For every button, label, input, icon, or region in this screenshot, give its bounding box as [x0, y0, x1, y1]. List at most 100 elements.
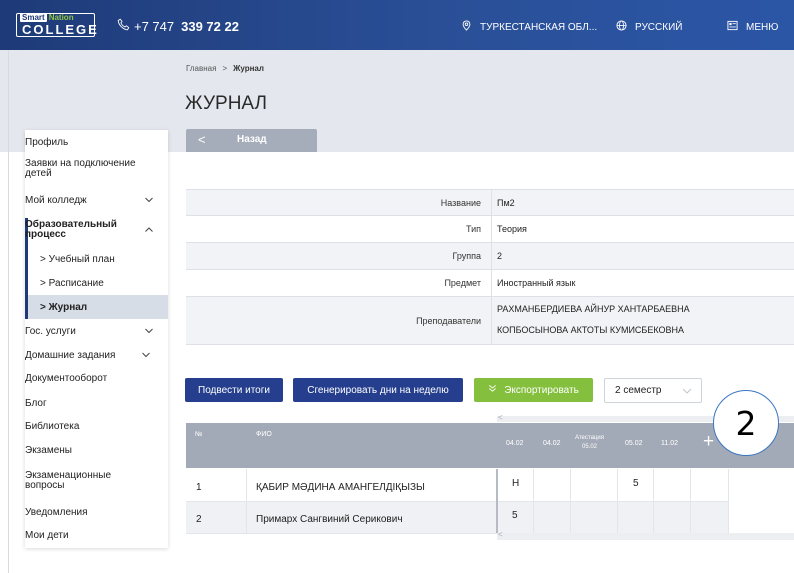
phone-link[interactable]: +7 747 339 72 22 — [117, 18, 239, 34]
gradebook-scrollbar-bottom[interactable]: < — [497, 530, 794, 540]
divider — [186, 269, 794, 270]
divider — [617, 469, 618, 533]
breadcrumb-current: Журнал — [233, 64, 264, 73]
divider — [728, 469, 729, 533]
back-button[interactable]: < Назад — [186, 129, 317, 152]
info-key: Группа — [452, 251, 481, 261]
menu-button[interactable]: МЕНЮ — [727, 20, 778, 34]
divider — [653, 469, 654, 533]
column-header-attestation-date: 05.02 — [582, 444, 598, 450]
phone-prefix: +7 747 — [134, 18, 175, 34]
info-key: Название — [440, 198, 481, 208]
info-row-type: Тип Теория — [186, 215, 794, 242]
divider — [246, 469, 247, 533]
divider — [186, 501, 729, 502]
annotation-number-badge: 2 — [713, 390, 779, 456]
menu-icon — [727, 20, 738, 34]
info-key: Тип — [465, 224, 481, 234]
sidebar-item-label: Документооборот — [25, 373, 108, 384]
info-value-teacher-2: КОПБОСЫНОВА АКТОТЫ КУМИСБЕКОВНА — [497, 325, 684, 335]
info-value: Иностранный язык — [497, 278, 576, 288]
column-header-date[interactable]: 04.02 — [506, 440, 524, 447]
sidebar-item-label: > Журнал — [40, 302, 88, 313]
grade-cell[interactable]: 5 — [633, 478, 639, 489]
info-key: Предмет — [444, 278, 481, 288]
region-label: ТУРКЕСТАНСКАЯ ОБЛ... — [480, 21, 598, 33]
sidebar-item-label: Гос. услуги — [25, 326, 76, 337]
menu-label: МЕНЮ — [746, 21, 779, 33]
column-header-attestation[interactable]: Атестация — [575, 435, 604, 441]
sidebar-item-label: Мой колледж — [25, 195, 87, 206]
divider — [186, 242, 794, 243]
breadcrumb-separator: > — [222, 64, 228, 73]
divider — [491, 189, 492, 344]
table-row: 1 ҚАБИР МӘДИНА АМАНГЕЛДІҚЫЗЫ Н 5 — [186, 469, 729, 501]
sidebar-item-label: Образовательный процесс — [25, 219, 117, 240]
chevron-down-icon — [141, 350, 151, 363]
sidebar-item-label: Экзамены — [25, 445, 72, 456]
location-pin-icon — [461, 20, 472, 34]
sidebar-item-label: Мои дети — [25, 530, 69, 541]
info-key: Преподаватели — [416, 316, 481, 326]
generate-button-label: Сгенерировать дни на неделю — [307, 384, 449, 396]
column-header-date[interactable]: 04.02 — [543, 440, 561, 447]
sidebar-item-label: Профиль — [25, 137, 69, 148]
chevron-down-icon — [144, 195, 154, 208]
logo-smart-text: Smart — [20, 13, 47, 22]
chevron-down-icon — [144, 326, 154, 339]
column-header-date[interactable]: 11.02 — [661, 440, 678, 447]
phone-icon — [117, 18, 130, 34]
language-label: РУССКИЙ — [635, 21, 683, 33]
info-row-subject: Предмет Иностранный язык — [186, 269, 794, 296]
sidebar-item-label: Библиотека — [25, 421, 80, 432]
info-row-group: Группа 2 — [186, 242, 794, 269]
add-column-icon[interactable]: + — [703, 431, 714, 453]
sidebar-item-label: > Расписание — [40, 278, 104, 289]
gradebook-header: № ФИО 04.02 04.02 Атестация 05.02 05.02 … — [186, 423, 794, 468]
semester-select[interactable]: 2 семестр — [604, 378, 702, 403]
sidebar-item-label: Экзаменационные вопросы — [25, 470, 112, 491]
college-logo[interactable]: Smart Nation COLLEGE — [16, 13, 97, 37]
chevron-up-icon — [144, 225, 154, 238]
summarize-button-label: Подвести итоги — [198, 384, 270, 396]
divider — [186, 215, 794, 216]
column-header-date[interactable]: 05.02 — [625, 440, 643, 447]
export-button[interactable]: Экспортировать — [474, 378, 593, 402]
logo-college-text: COLLEGE — [22, 22, 99, 37]
divider — [570, 469, 571, 533]
page-title: ЖУРНАЛ — [185, 93, 267, 114]
region-selector[interactable]: ТУРКЕСТАНСКАЯ ОБЛ... — [461, 20, 597, 34]
globe-icon — [616, 20, 627, 34]
logo-nation-text: Nation — [48, 13, 74, 22]
divider — [496, 469, 498, 533]
row-number: 1 — [196, 482, 202, 493]
divider — [533, 469, 534, 533]
student-name[interactable]: ҚАБИР МӘДИНА АМАНГЕЛДІҚЫЗЫ — [256, 482, 425, 493]
breadcrumb: Главная > Журнал — [186, 64, 264, 73]
column-header-number: № — [195, 431, 203, 438]
scroll-left-arrow[interactable]: < — [498, 530, 503, 539]
grade-cell[interactable]: Н — [512, 478, 519, 489]
divider — [186, 344, 794, 345]
chevron-left-icon: < — [198, 132, 206, 147]
export-button-label: Экспортировать — [504, 384, 579, 396]
page-left-border — [8, 50, 9, 573]
table-row: 2 Примарх Сангвиний Серикович 5 — [186, 501, 729, 533]
scroll-left-arrow[interactable]: < — [498, 413, 503, 422]
info-value-teacher-1: РАХМАНБЕРДИЕВА АЙНУР ХАНТАРБАЕВНА — [497, 304, 690, 314]
phone-number: 339 72 22 — [181, 18, 239, 34]
breadcrumb-home[interactable]: Главная — [186, 64, 216, 73]
chevron-down-icon — [681, 385, 693, 400]
sidebar-item-label: Блог — [25, 398, 47, 409]
info-row-teachers: Преподаватели РАХМАНБЕРДИЕВА АЙНУР ХАНТА… — [186, 296, 794, 344]
divider — [186, 189, 794, 190]
language-selector[interactable]: РУССКИЙ — [616, 20, 682, 34]
summarize-button[interactable]: Подвести итоги — [185, 378, 283, 402]
back-button-label: Назад — [237, 134, 267, 145]
generate-week-days-button[interactable]: Сгенерировать дни на неделю — [293, 378, 463, 402]
student-name[interactable]: Примарх Сангвиний Серикович — [256, 514, 403, 525]
sidebar-item-label: Уведомления — [25, 507, 88, 518]
grade-cell[interactable]: 5 — [512, 510, 518, 521]
info-value: 2 — [497, 251, 503, 261]
row-number: 2 — [196, 514, 202, 525]
